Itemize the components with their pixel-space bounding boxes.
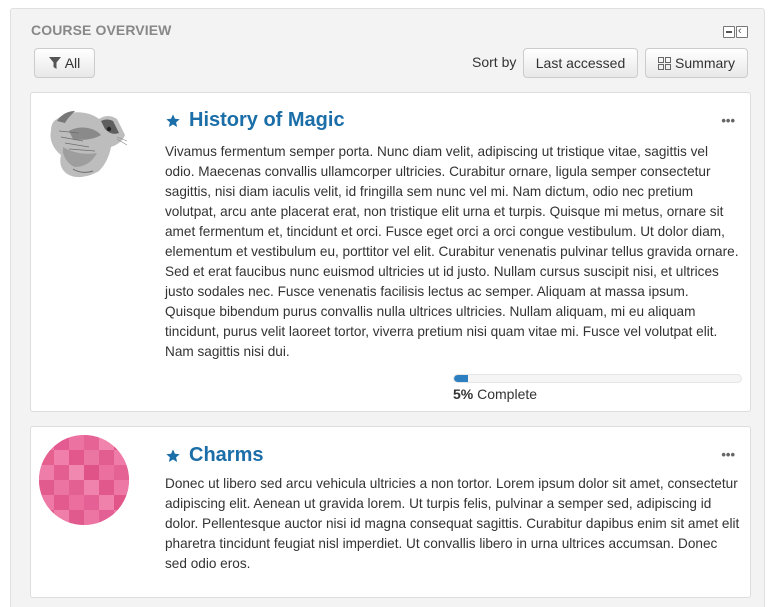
progress-bar xyxy=(453,374,742,383)
minimize-icon[interactable] xyxy=(723,26,735,38)
grid-icon xyxy=(658,56,672,70)
filter-all-label: All xyxy=(64,55,81,71)
course-card-charms: Charms ••• Donec ut libero sed arcu vehi… xyxy=(30,426,751,598)
course-image-pink-pattern[interactable] xyxy=(39,435,129,525)
course-card-history-of-magic: History of Magic ••• Vivamus fermentum s… xyxy=(30,92,751,412)
sort-value: Last accessed xyxy=(535,55,626,71)
course-description: Vivamus fermentum semper porta. Nunc dia… xyxy=(165,144,739,359)
filter-all-button[interactable]: All xyxy=(34,48,95,78)
view-summary-label: Summary xyxy=(675,55,735,71)
course-menu-more-icon[interactable]: ••• xyxy=(721,113,735,128)
course-description: Donec ut libero sed arcu vehicula ultric… xyxy=(165,476,740,571)
progress-suffix: Complete xyxy=(473,386,538,402)
star-icon[interactable] xyxy=(165,448,181,464)
progress-text: 5% Complete xyxy=(453,386,742,402)
filter-icon xyxy=(48,56,61,69)
star-icon[interactable] xyxy=(165,113,181,129)
pink-pattern-image xyxy=(39,435,129,525)
progress-value: 5% xyxy=(453,386,474,402)
dock-icon[interactable]: ‹ xyxy=(736,25,748,38)
course-image-hare[interactable] xyxy=(39,101,129,191)
course-title: History of Magic xyxy=(189,109,345,131)
block-title: COURSE OVERVIEW xyxy=(31,22,172,38)
block-controls: ‹ xyxy=(723,25,748,38)
course-progress: 5% Complete xyxy=(453,374,742,402)
course-overview-block: COURSE OVERVIEW ‹ All Sort by Last acces… xyxy=(10,8,765,607)
course-title-link[interactable]: Charms xyxy=(165,444,263,467)
progress-fill xyxy=(454,375,469,382)
course-title: Charms xyxy=(189,444,264,466)
sort-by-label: Sort by xyxy=(472,54,517,70)
view-summary-button[interactable]: Summary xyxy=(645,48,748,78)
course-menu-more-icon[interactable]: ••• xyxy=(721,447,735,462)
course-title-link[interactable]: History of Magic xyxy=(165,109,345,132)
hare-sketch-image xyxy=(39,101,129,191)
sort-last-accessed-button[interactable]: Last accessed xyxy=(523,48,638,78)
